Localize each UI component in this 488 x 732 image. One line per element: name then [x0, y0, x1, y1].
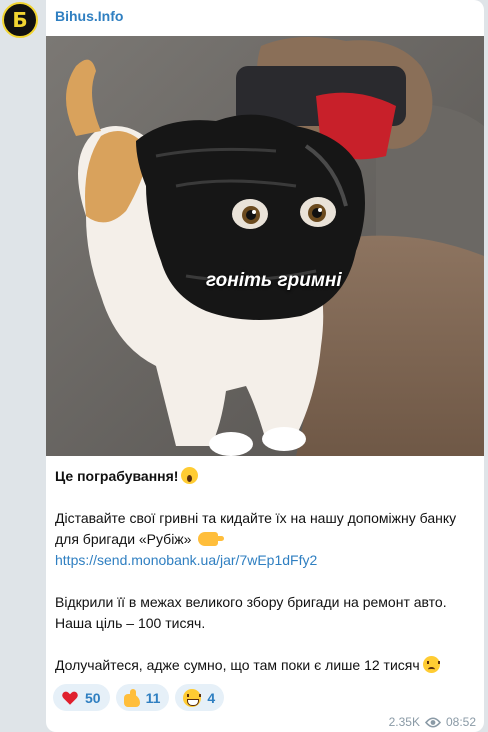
channel-avatar[interactable]: Б	[2, 2, 38, 38]
post-title-line: Це пограбування!	[55, 466, 475, 487]
post-paragraph-3: Долучайтеся, адже сумно, що там поки є л…	[55, 655, 475, 676]
message-bubble: Bihus.Info гоніть гримні Це пограбування…	[46, 0, 484, 732]
post-title: Це пограбування!	[55, 468, 179, 484]
post-paragraph-2: Відкрили її в межах великого збору брига…	[55, 594, 447, 631]
grinning-face-icon	[183, 688, 202, 707]
reaction-heart[interactable]: 50	[53, 684, 110, 711]
donation-link[interactable]: https://send.monobank.ua/jar/7wEp1dFfy2	[55, 552, 317, 568]
post-paragraph-1: Діставайте свої гривні та кидайте їх на …	[55, 508, 475, 550]
message-meta: 2.35K 08:52	[389, 715, 476, 729]
paragraph-1-text: Діставайте свої гривні та кидайте їх на …	[55, 510, 457, 547]
screaming-face-icon	[181, 467, 199, 484]
pointing-hand-icon	[198, 532, 225, 546]
sad-face-icon	[422, 656, 440, 673]
view-count: 2.35K	[388, 715, 420, 729]
reaction-count: 4	[207, 689, 216, 706]
avatar-letter: Б	[12, 8, 28, 32]
heart-icon	[61, 689, 79, 707]
post-photo[interactable]: гоніть гримні	[46, 36, 484, 456]
reaction-grin[interactable]: 4	[175, 684, 225, 711]
message-time: 08:52	[445, 715, 476, 729]
thumbs-up-icon	[123, 688, 140, 707]
reactions-bar: 50 11 4	[53, 684, 225, 711]
post-caption: Це пограбування! Діставайте свої гривні …	[55, 466, 475, 676]
reaction-thumbs-up[interactable]: 11	[115, 684, 170, 711]
photo-overlay-text: гоніть гримні	[206, 270, 342, 291]
reaction-count: 50	[85, 689, 101, 706]
reaction-count: 11	[145, 689, 161, 706]
eye-icon	[424, 716, 441, 728]
channel-name[interactable]: Bihus.Info	[55, 8, 123, 24]
paragraph-3-text: Долучайтеся, адже сумно, що там поки є л…	[55, 657, 420, 673]
